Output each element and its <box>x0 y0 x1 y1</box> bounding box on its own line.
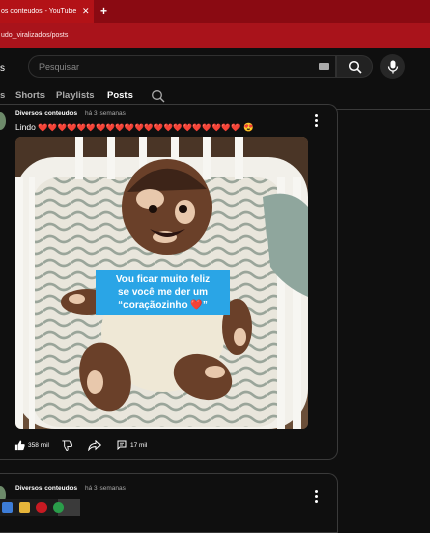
browser-tab[interactable]: os conteudos - YouTube ✕ <box>0 0 94 23</box>
post-text-tail: 😍 <box>242 122 254 132</box>
browser-tab-bar: os conteudos - YouTube ✕ + <box>0 0 430 23</box>
community-post: Diversos conteudos há 3 semanas Lindo ❤️… <box>0 104 338 460</box>
search-button[interactable] <box>336 55 373 78</box>
image-caption: Vou ficar muito feliz se você me der um … <box>96 270 230 315</box>
keyboard-icon[interactable] <box>319 63 329 70</box>
more-options-icon[interactable] <box>315 114 318 129</box>
app-icon[interactable] <box>2 502 13 513</box>
comment-icon[interactable] <box>117 440 127 450</box>
post-time[interactable]: há 3 semanas <box>85 110 126 117</box>
address-bar[interactable]: udo_viralizados/posts <box>0 23 430 48</box>
post-channel-name[interactable]: Diversos conteudos <box>15 485 77 492</box>
search-icon <box>152 90 165 103</box>
like-icon[interactable] <box>14 439 25 451</box>
post-text-hearts: ❤️❤️❤️❤️❤️❤️❤️❤️❤️❤️❤️❤️❤️❤️❤️❤️❤️❤️❤️❤️… <box>38 123 241 132</box>
more-options-icon[interactable] <box>315 490 318 505</box>
search-icon <box>348 60 362 74</box>
tab-shorts[interactable]: Shorts <box>15 90 45 101</box>
caption-line-1: Vou ficar muito feliz <box>115 274 211 285</box>
tab-home-partial[interactable]: s <box>0 90 5 101</box>
post-image[interactable]: Vou ficar muito feliz se você me der um … <box>15 137 308 429</box>
youtube-header: s Pesquisar <box>0 48 430 84</box>
voice-search-button[interactable] <box>380 54 405 79</box>
post-text-lead: Lindo <box>15 122 36 132</box>
opera-icon[interactable] <box>36 502 47 513</box>
post-channel-name[interactable]: Diversos conteudos <box>15 110 77 117</box>
caption-line-3: “coraçãozinho ❤️” <box>118 300 208 311</box>
tab-posts[interactable]: Posts <box>107 90 133 101</box>
dislike-icon[interactable] <box>61 439 72 451</box>
close-tab-icon[interactable]: ✕ <box>82 5 90 17</box>
caption-line-2: se você me der um <box>117 287 209 298</box>
microphone-icon <box>387 60 398 73</box>
new-tab-button[interactable]: + <box>100 4 107 18</box>
comment-count: 17 mil <box>129 441 148 449</box>
chrome-icon[interactable] <box>53 502 64 513</box>
search-input[interactable]: Pesquisar <box>28 55 336 78</box>
folder-icon[interactable] <box>19 502 30 513</box>
logo-edge: s <box>0 63 5 74</box>
post-time[interactable]: há 3 semanas <box>85 485 126 492</box>
post-actions: 358 mil 17 mil <box>14 438 147 452</box>
like-count: 358 mil <box>28 441 49 449</box>
share-icon[interactable] <box>88 439 101 451</box>
post-text: Lindo ❤️❤️❤️❤️❤️❤️❤️❤️❤️❤️❤️❤️❤️❤️❤️❤️❤️… <box>15 122 254 133</box>
url-text: udo_viralizados/posts <box>1 32 69 39</box>
search-placeholder: Pesquisar <box>39 61 80 72</box>
os-taskbar <box>0 499 80 516</box>
tab-playlists[interactable]: Playlists <box>56 90 95 101</box>
avatar[interactable] <box>0 112 6 130</box>
tab-title: os conteudos - YouTube <box>1 8 77 15</box>
